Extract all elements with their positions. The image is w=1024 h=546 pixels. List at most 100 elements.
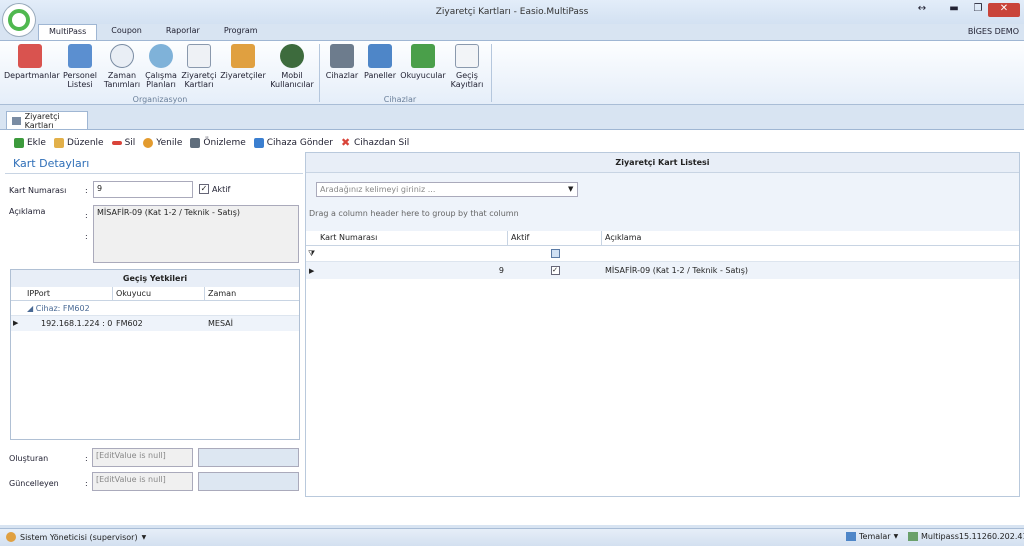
tab-program[interactable]: Program <box>214 24 268 40</box>
pencil-icon <box>53 138 64 148</box>
olusturan-field[interactable]: [EditValue is null] <box>92 448 193 467</box>
search-input[interactable]: Aradağınız kelimeyi giriniz ... <box>316 182 578 197</box>
olusturan-date-field[interactable] <box>198 448 299 467</box>
maximize-button[interactable]: ❐ <box>966 3 990 17</box>
guncelleyen-date-field[interactable] <box>198 472 299 491</box>
filter-icon[interactable]: ⧩ <box>306 249 318 259</box>
refresh-icon <box>143 138 154 148</box>
restore-size-icon[interactable]: ↔ <box>910 3 934 17</box>
panel-icon <box>368 44 392 68</box>
okuyucular-button[interactable]: Okuyucular <box>400 44 446 80</box>
org-chart-icon <box>18 44 42 68</box>
minimize-button[interactable]: ▬ <box>942 3 966 17</box>
expand-triangle-icon[interactable]: ◢ <box>27 304 36 313</box>
filter-row[interactable]: ⧩ <box>306 246 1019 262</box>
user-menu[interactable]: Sistem Yöneticisi (supervisor) ▼ <box>6 532 146 542</box>
document-tab[interactable]: Ziyaretçi Kartları <box>6 111 88 130</box>
onizleme-button[interactable]: Önizleme <box>190 138 246 148</box>
ziyaretciler-button[interactable]: Ziyaretçiler <box>220 44 266 80</box>
clock-icon <box>110 44 134 68</box>
temalar-menu[interactable]: Temalar ▼ <box>846 532 898 541</box>
row-indicator-icon: ▶ <box>309 266 315 275</box>
departmanlar-button[interactable]: Departmanlar <box>4 44 60 80</box>
id-card-icon <box>187 44 211 68</box>
personel-listesi-button[interactable]: Personel Listesi <box>60 44 100 89</box>
colon: : <box>85 186 88 195</box>
cihaza-gonder-button[interactable]: Cihaza Gönder <box>253 138 333 148</box>
upload-arrow-icon <box>253 138 264 148</box>
filter-checkbox[interactable] <box>550 249 560 258</box>
window-title: Ziyaretçi Kartları - Easio.MultiPass <box>435 7 589 17</box>
status-bar: Sistem Yöneticisi (supervisor) ▼ Temalar ▼… <box>0 528 1024 546</box>
colon: : <box>85 479 88 488</box>
gecis-kayitlari-button[interactable]: Geçiş Kayıtları <box>448 44 486 89</box>
colon: : <box>85 232 88 241</box>
device-icon <box>330 44 354 68</box>
column-zaman[interactable]: Zaman <box>205 287 236 300</box>
app-logo-icon[interactable] <box>3 4 35 36</box>
permissions-column-headers: IPPort Okuyucu Zaman <box>11 287 299 301</box>
paneller-button[interactable]: Paneller <box>362 44 398 80</box>
visitors-icon <box>231 44 255 68</box>
list-column-headers: Kart Numarası Aktif Açıklama <box>306 231 1019 246</box>
cihazlar-button[interactable]: Cihazlar <box>324 44 360 80</box>
list-header: Ziyaretçi Kart Listesi <box>306 153 1019 173</box>
sil-button[interactable]: Sil <box>111 138 135 148</box>
aktif-checkbox[interactable]: ✓ <box>199 184 209 194</box>
group-panel-hint: Drag a column header here to group by th… <box>306 203 1019 231</box>
people-icon <box>68 44 92 68</box>
chevron-down-icon: ▼ <box>893 533 899 540</box>
tab-raporlar[interactable]: Raporlar <box>156 24 210 40</box>
permissions-header: Geçiş Yetkileri <box>11 270 299 287</box>
calisma-planlari-button[interactable]: Çalışma Planları <box>142 44 180 89</box>
column-aktif[interactable]: Aktif <box>508 231 602 245</box>
column-ipport[interactable]: IPPort <box>25 287 113 300</box>
toolbar: Ekle Düzenle Sil Yenile Önizleme Cihaza … <box>0 134 1024 152</box>
group-separator <box>319 44 320 102</box>
organizasyon-group-label: Organizasyon <box>132 95 188 104</box>
zaman-tanimlari-button[interactable]: Zaman Tanımları <box>102 44 142 89</box>
ekle-button[interactable]: Ekle <box>14 138 46 148</box>
card-list-panel: Ziyaretçi Kart Listesi Aradağınız kelime… <box>305 152 1020 497</box>
plus-icon <box>14 138 24 148</box>
search-bar: Aradağınız kelimeyi giriniz ... ▼ <box>306 173 1019 203</box>
cihazlar-group-label: Cihazlar <box>383 95 417 104</box>
tab-coupon[interactable]: Coupon <box>101 24 152 40</box>
duzenle-button[interactable]: Düzenle <box>53 138 104 148</box>
red-x-icon: ✖ <box>341 136 351 149</box>
aktif-label: Aktif <box>212 185 231 194</box>
permissions-grid: Geçiş Yetkileri IPPort Okuyucu Zaman ◢ C… <box>10 269 300 440</box>
group-row-cihaz[interactable]: ◢ Cihaz: FM602 <box>11 301 299 316</box>
company-name: BİGES DEMO <box>967 27 1019 36</box>
tab-multipass[interactable]: MultiPass <box>38 24 98 40</box>
card-number-label: Kart Numarası <box>9 186 67 195</box>
card-icon <box>12 116 21 125</box>
header-divider <box>5 173 303 174</box>
column-aciklama[interactable]: Açıklama <box>602 231 641 245</box>
aktif-checkbox[interactable]: ✓ <box>550 266 560 275</box>
guncelleyen-field[interactable]: [EditValue is null] <box>92 472 193 491</box>
log-document-icon <box>455 44 479 68</box>
chevron-down-icon[interactable]: ▼ <box>568 185 573 193</box>
aciklama-textarea[interactable]: MİSAFİR-09 (Kat 1-2 / Teknik - Satış) <box>93 205 299 263</box>
table-row[interactable]: ▶ 192.168.1.224 : 0 FM602 MESAİ <box>11 316 299 331</box>
colon: : <box>85 211 88 220</box>
row-indicator-icon: ▶ <box>13 319 19 327</box>
column-okuyucu[interactable]: Okuyucu <box>113 287 205 300</box>
ribbon-tabs: MultiPass Coupon Raporlar Program <box>38 24 268 40</box>
ribbon: Departmanlar Personel Listesi Zaman Tanı… <box>0 40 1024 105</box>
card-number-input[interactable]: 9 <box>93 181 193 198</box>
detail-header: Kart Detayları <box>13 157 90 170</box>
mobil-kullanicilar-button[interactable]: Mobil Kullanıcılar <box>270 44 314 89</box>
column-kart-numarasi[interactable]: Kart Numarası <box>318 231 508 245</box>
theme-icon <box>846 532 856 541</box>
ziyaretci-kartlari-button[interactable]: Ziyaretçi Kartları <box>180 44 218 89</box>
table-row[interactable]: ▶ 9 ✓ MİSAFİR-09 (Kat 1-2 / Teknik - Sat… <box>306 262 1019 279</box>
cihazdan-sil-button[interactable]: ✖ Cihazdan Sil <box>341 136 409 149</box>
close-button[interactable]: ✕ <box>988 3 1020 17</box>
reader-icon <box>411 44 435 68</box>
yenile-button[interactable]: Yenile <box>143 138 182 148</box>
detail-panel: Kart Detayları Kart Numarası : 9 ✓ Aktif… <box>3 152 305 497</box>
minus-icon <box>111 141 122 145</box>
olusturan-label: Oluşturan <box>9 454 49 463</box>
